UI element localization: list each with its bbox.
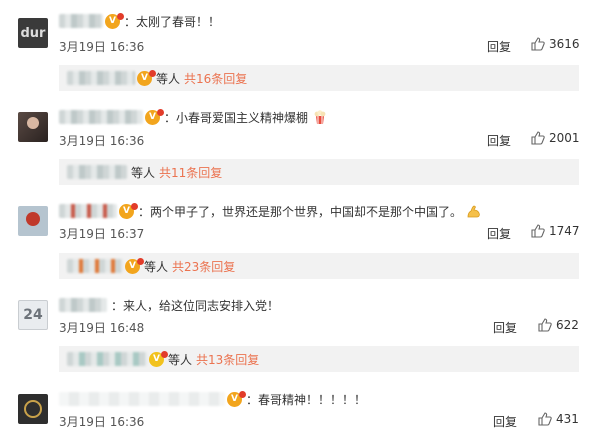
sub-reply-suffix: 等人 (156, 71, 181, 86)
comment-line: ：来人，给这位同志安排入党！ (59, 296, 279, 314)
sub-reply-count-link[interactable]: 共23条回复 (172, 258, 235, 275)
vip-badge-icon: V (145, 108, 164, 125)
like-button[interactable]: 3616 (531, 37, 580, 51)
like-button[interactable]: 622 (538, 318, 579, 332)
vip-badge-icon: V (125, 257, 144, 274)
comment-time: 3月19日 16:48 (59, 321, 145, 335)
vip-badge-icon: V (137, 69, 156, 86)
sub-reply-suffix: 等人 (131, 165, 156, 180)
avatar-face (26, 212, 40, 226)
avatar[interactable]: dur (18, 18, 48, 48)
thumbs-up-icon (531, 131, 545, 145)
blurred-username[interactable] (67, 71, 135, 85)
comment-line: V ：太刚了春哥！！ (59, 12, 220, 30)
blurred-username[interactable] (59, 392, 225, 406)
blurred-username[interactable] (59, 14, 103, 28)
sub-reply-count-link[interactable]: 共13条回复 (196, 351, 259, 368)
avatar-face (27, 117, 39, 129)
like-button[interactable]: 431 (538, 412, 579, 426)
blurred-username[interactable] (59, 204, 117, 218)
sub-reply-bar[interactable]: V 等人 共13条回复 (59, 346, 579, 372)
comment-text: ：小春哥爱国主义精神爆棚 (164, 110, 309, 125)
like-button[interactable]: 2001 (531, 131, 580, 145)
sub-reply-suffix: 等人 (168, 352, 193, 367)
popcorn-emoji-icon (314, 110, 326, 124)
reply-button[interactable]: 回复 (487, 132, 511, 149)
thumbs-up-icon (538, 412, 552, 426)
comment-text: ：两个甲子了，世界还是那个世界，中国却不是那个中国了。 (138, 204, 463, 219)
like-count: 431 (556, 412, 579, 426)
reply-button[interactable]: 回复 (487, 38, 511, 55)
sub-reply-bar[interactable]: 等人 共11条回复 (59, 159, 579, 185)
vip-badge-icon: V (227, 390, 246, 407)
comment-line: V ：春哥精神！！！！！ (59, 390, 366, 408)
reply-button[interactable]: 回复 (493, 413, 517, 430)
thumbs-up-icon (538, 318, 552, 332)
blurred-username[interactable] (59, 298, 107, 312)
comment-text: ：春哥精神！！！！！ (246, 392, 367, 407)
like-count: 1747 (549, 224, 580, 238)
sub-reply-count-link[interactable]: 共11条回复 (159, 164, 222, 181)
avatar[interactable] (18, 206, 48, 236)
reply-button[interactable]: 回复 (487, 225, 511, 242)
comment-time: 3月19日 16:36 (59, 134, 145, 148)
comment-line: V ：两个甲子了，世界还是那个世界，中国却不是那个中国了。 (59, 202, 482, 220)
comment-text: ：太刚了春哥！！ (124, 14, 221, 29)
reply-button[interactable]: 回复 (493, 319, 517, 336)
sub-reply-bar[interactable]: V 等人 共16条回复 (59, 65, 579, 91)
comment-line: V ：小春哥爱国主义精神爆棚 (59, 108, 328, 126)
comment-time: 3月19日 16:36 (59, 40, 145, 54)
vip-badge-icon: V (149, 350, 168, 367)
avatar[interactable] (18, 394, 48, 424)
comment-text: ：来人，给这位同志安排入党！ (111, 298, 280, 313)
avatar-text: dur (20, 25, 46, 41)
avatar[interactable]: 24 (18, 300, 48, 330)
blurred-username[interactable] (67, 259, 123, 273)
comment-time: 3月19日 16:36 (59, 415, 145, 429)
comment-time: 3月19日 16:37 (59, 227, 145, 241)
strong-arm-emoji-icon (467, 205, 480, 218)
sub-reply-bar[interactable]: V 等人 共23条回复 (59, 253, 579, 279)
vip-badge-icon: V (105, 12, 124, 29)
avatar-face (24, 400, 42, 418)
like-button[interactable]: 1747 (531, 224, 580, 238)
like-count: 3616 (549, 37, 580, 51)
vip-badge-icon: V (119, 202, 138, 219)
blurred-username[interactable] (67, 165, 127, 179)
sub-reply-count-link[interactable]: 共16条回复 (184, 70, 247, 87)
blurred-username[interactable] (67, 352, 147, 366)
avatar[interactable] (18, 112, 48, 142)
like-count: 2001 (549, 131, 580, 145)
blurred-username[interactable] (59, 110, 143, 124)
thumbs-up-icon (531, 37, 545, 51)
avatar-text: 24 (23, 307, 43, 323)
sub-reply-suffix: 等人 (144, 259, 169, 274)
thumbs-up-icon (531, 224, 545, 238)
like-count: 622 (556, 318, 579, 332)
